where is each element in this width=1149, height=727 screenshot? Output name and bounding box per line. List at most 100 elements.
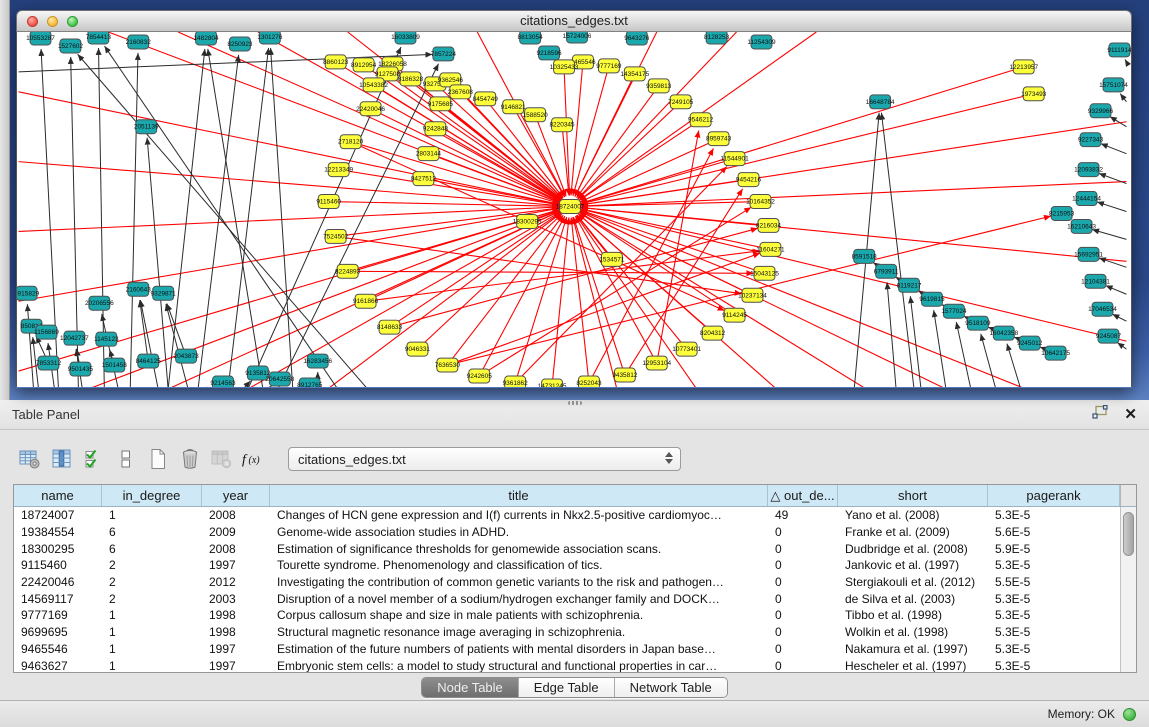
network-node[interactable]: 7854413 [86,32,112,44]
cell-out_degree[interactable]: 0 [768,608,838,622]
column-header-title[interactable]: title [270,485,768,506]
cell-name[interactable]: 18724007 [14,508,102,522]
network-node[interactable]: 8220345 [549,118,575,132]
network-node[interactable]: 12213957 [1009,60,1038,74]
column-header-year[interactable]: year [202,485,270,506]
network-node[interactable]: 17046534 [1088,302,1117,316]
network-node[interactable]: 8860123 [323,55,349,69]
network-node[interactable]: 8119217 [897,278,922,292]
new-document-icon[interactable] [142,446,174,472]
network-node[interactable]: 9111914 [1107,43,1131,57]
cell-pagerank[interactable]: 5.3E-5 [988,592,1120,606]
network-node[interactable]: 9242848 [423,122,449,136]
cell-year[interactable]: 1997 [202,659,270,672]
cell-pagerank[interactable]: 5.5E-5 [988,575,1120,589]
column-header-pagerank[interactable]: pagerank [988,485,1120,506]
cell-short[interactable]: Wolkin et al. (1998) [838,625,988,639]
network-node[interactable]: 10553287 [26,32,55,45]
cell-name[interactable]: 9465546 [14,642,102,656]
cell-year[interactable]: 2009 [202,525,270,539]
cell-year[interactable]: 1998 [202,608,270,622]
panel-edge-strip[interactable] [0,0,10,400]
network-node[interactable]: 15692951 [1074,247,1103,261]
cell-pagerank[interactable]: 5.3E-5 [988,642,1120,656]
network-node[interactable]: 1156869 [34,325,59,339]
table-row[interactable]: 969969511998Structural magnetic resonanc… [14,624,1120,641]
cell-pagerank[interactable]: 5.6E-5 [988,525,1120,539]
network-node[interactable]: 8464125 [136,354,162,368]
network-node[interactable]: 1588520 [523,108,549,122]
network-node[interactable]: 7249105 [668,95,694,109]
cell-in_degree[interactable]: 2 [102,575,202,589]
table-row[interactable]: 1456911722003Disruption of a novel membe… [14,590,1120,607]
cell-name[interactable]: 9115460 [14,558,102,572]
cell-out_degree[interactable]: 0 [768,558,838,572]
network-node[interactable]: 1301276 [257,32,283,44]
network-node[interactable]: 9245087 [1096,329,1122,343]
cell-in_degree[interactable]: 2 [102,592,202,606]
cell-out_degree[interactable]: 0 [768,525,838,539]
cell-pagerank[interactable]: 5.3E-5 [988,608,1120,622]
cell-out_degree[interactable]: 0 [768,642,838,656]
cell-title[interactable]: Estimation of significance thresholds fo… [270,542,768,556]
cell-title[interactable]: Disruption of a novel member of a sodium… [270,592,768,606]
close-window-icon[interactable] [27,16,38,27]
network-node[interactable]: 16033809 [391,32,420,44]
cell-out_degree[interactable]: 0 [768,592,838,606]
network-node[interactable]: 12444154 [1072,192,1101,206]
network-node[interactable]: 22420046 [356,102,385,116]
close-panel-icon[interactable]: ✕ [1124,408,1137,422]
network-node[interactable]: 1534571 [599,252,625,266]
network-node[interactable]: 16042358 [989,326,1018,340]
network-node[interactable]: 9046331 [405,342,431,356]
network-node[interactable]: 16210643 [1067,219,1096,233]
network-node[interactable]: 14354175 [620,67,649,81]
table-row[interactable]: 1938455462009Genome-wide association stu… [14,524,1120,541]
network-node[interactable]: 9114245 [722,308,747,322]
scrollbar-thumb[interactable] [1123,512,1134,556]
cell-out_degree[interactable]: 0 [768,542,838,556]
table-row[interactable]: 1872400712008Changes of HCN gene express… [14,507,1120,524]
network-node[interactable]: 9518109 [965,316,991,330]
network-node[interactable]: 2367608 [448,85,474,99]
cell-year[interactable]: 2012 [202,575,270,589]
network-node[interactable]: 2043873 [173,349,199,363]
cell-year[interactable]: 1997 [202,642,270,656]
tab-edge-table[interactable]: Edge Table [519,678,615,697]
network-node[interactable]: 7524502 [323,229,349,243]
network-node[interactable]: 2160832 [126,35,152,49]
network-node[interactable]: 9227343 [1078,133,1104,147]
network-node[interactable]: 9218596 [536,46,562,60]
network-node[interactable]: 20642558 [265,372,294,386]
network-node[interactable]: 9501435 [68,362,94,376]
delete-icon[interactable] [174,446,206,472]
network-node[interactable]: 14731245 [538,379,567,387]
cell-out_degree[interactable]: 0 [768,625,838,639]
network-window[interactable]: citations_edges.txt 18724007183002958860… [16,10,1132,388]
cell-pagerank[interactable]: 5.3E-5 [988,508,1120,522]
network-node[interactable]: 10164352 [746,195,775,209]
cell-in_degree[interactable]: 6 [102,542,202,556]
network-node[interactable]: 9329871 [151,286,177,300]
cell-out_degree[interactable]: 49 [768,508,838,522]
network-node[interactable]: 9245012 [1017,336,1043,350]
network-window-titlebar[interactable]: citations_edges.txt [16,10,1132,32]
network-node[interactable]: 8252043 [576,376,602,387]
network-node[interactable]: 3915829 [17,286,40,300]
network-node[interactable]: 8912765 [297,378,323,387]
cell-name[interactable]: 22420046 [14,575,102,589]
cell-title[interactable]: Embryonic stem cells: a model to study s… [270,659,768,672]
network-node[interactable]: 6793911 [874,264,899,278]
cell-pagerank[interactable]: 5.3E-5 [988,659,1120,672]
network-node[interactable]: 2718120 [338,135,364,149]
network-node[interactable]: 8186328 [398,72,424,86]
table-row[interactable]: 977716911998Corpus callosum shape and si… [14,607,1120,624]
network-node[interactable]: 11254309 [747,35,776,49]
network-node[interactable]: 8250923 [227,37,253,51]
table-selector-dropdown[interactable]: citations_edges.txt [288,447,681,471]
cell-pagerank[interactable]: 5.9E-5 [988,542,1120,556]
network-node[interactable]: 16283456 [303,354,332,368]
network-node[interactable]: 18300295 [513,214,542,228]
table-row[interactable]: 2242004622012Investigating the contribut… [14,574,1120,591]
network-node[interactable]: 8215953 [1049,207,1075,221]
